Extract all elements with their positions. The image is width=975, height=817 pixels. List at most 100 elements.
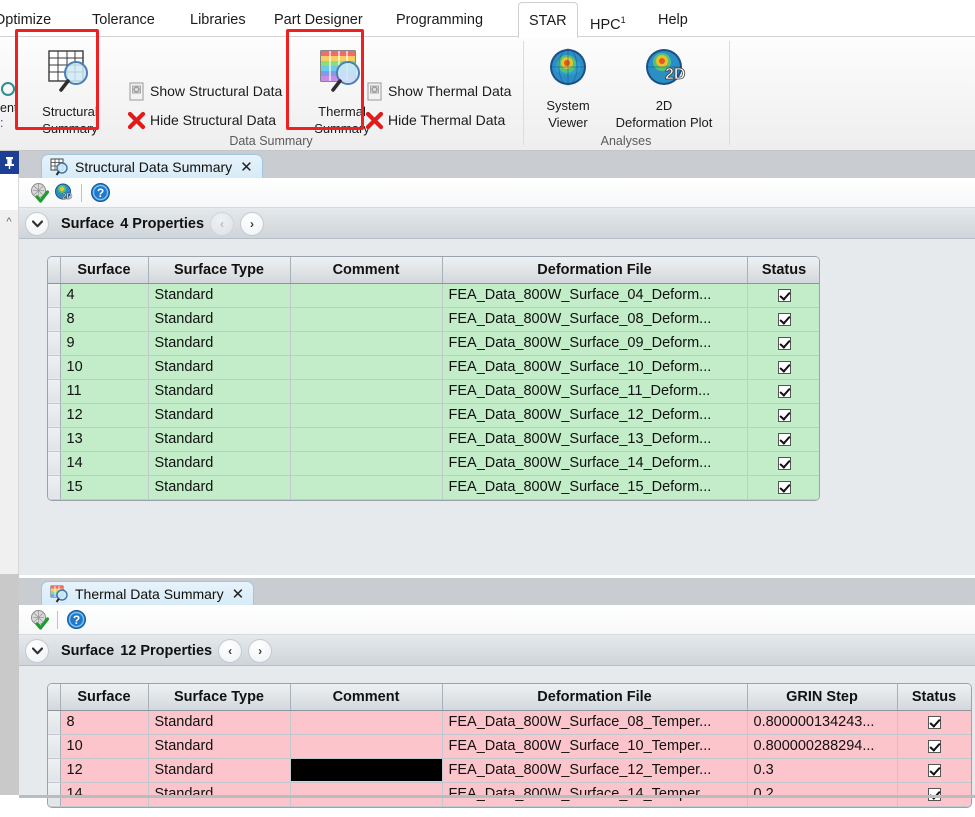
cell-comment[interactable]: [290, 782, 442, 806]
status-checkbox[interactable]: [778, 385, 791, 398]
cell-status[interactable]: [747, 355, 820, 379]
ribbon-tab-optimize[interactable]: Optimize: [0, 8, 55, 32]
cell-surface[interactable]: 8: [60, 710, 148, 734]
cell-deformation-file[interactable]: FEA_Data_800W_Surface_11_Deform...: [442, 379, 747, 403]
cell-deformation-file[interactable]: FEA_Data_800W_Surface_08_Deform...: [442, 307, 747, 331]
column-header-comment[interactable]: Comment: [290, 684, 442, 710]
2d-deformation-plot-button[interactable]: 2D 2D Deformation Plot: [602, 45, 726, 130]
status-checkbox[interactable]: [778, 289, 791, 302]
row-selector-cell[interactable]: [48, 475, 60, 499]
structural-data-summary-tab[interactable]: Structural Data Summary ✕: [41, 154, 263, 178]
cell-deformation-file[interactable]: FEA_Data_800W_Surface_09_Deform...: [442, 331, 747, 355]
cell-surface[interactable]: 12: [60, 758, 148, 782]
cell-surface[interactable]: 4: [60, 283, 148, 307]
cell-deformation-file[interactable]: FEA_Data_800W_Surface_10_Temper...: [442, 734, 747, 758]
column-header-surface[interactable]: Surface: [60, 257, 148, 283]
cell-status[interactable]: [747, 331, 820, 355]
cell-surface-type[interactable]: Standard: [148, 307, 290, 331]
cell-deformation-file[interactable]: FEA_Data_800W_Surface_14_Temper...: [442, 782, 747, 806]
row-selector-cell[interactable]: [48, 283, 60, 307]
table-row[interactable]: 13StandardFEA_Data_800W_Surface_13_Defor…: [48, 427, 820, 451]
column-header-grin-step[interactable]: GRIN Step: [747, 684, 897, 710]
cell-comment[interactable]: [290, 475, 442, 499]
thermal-collapse-button[interactable]: [25, 639, 49, 663]
cell-surface-type[interactable]: Standard: [148, 734, 290, 758]
row-selector-cell[interactable]: [48, 758, 60, 782]
cell-status[interactable]: [747, 307, 820, 331]
column-header-status[interactable]: Status: [897, 684, 971, 710]
cell-surface-type[interactable]: Standard: [148, 355, 290, 379]
table-row[interactable]: 9StandardFEA_Data_800W_Surface_09_Deform…: [48, 331, 820, 355]
column-header-deformation-file[interactable]: Deformation File: [442, 257, 747, 283]
cell-surface-type[interactable]: Standard: [148, 427, 290, 451]
show-structural-data-button[interactable]: Show Structural Data: [126, 81, 282, 101]
thermal-prev-property-button[interactable]: ‹: [218, 639, 242, 663]
cell-status[interactable]: [747, 475, 820, 499]
table-row[interactable]: 12StandardFEA_Data_800W_Surface_12_Tempe…: [48, 758, 971, 782]
cell-comment[interactable]: [290, 710, 442, 734]
cell-comment[interactable]: [290, 331, 442, 355]
cell-deformation-file[interactable]: FEA_Data_800W_Surface_15_Deform...: [442, 475, 747, 499]
cell-surface-type[interactable]: Standard: [148, 758, 290, 782]
cell-surface[interactable]: 14: [60, 451, 148, 475]
apply-check-icon[interactable]: [27, 181, 51, 205]
column-header-deformation-file[interactable]: Deformation File: [442, 684, 747, 710]
row-selector-cell[interactable]: [48, 307, 60, 331]
ribbon-tab-help[interactable]: Help: [654, 8, 692, 32]
ribbon-tab-part-designer[interactable]: Part Designer: [270, 8, 367, 32]
table-row[interactable]: 10Standard FEA_Data_800W_Surface_10_Tempe…: [48, 734, 971, 758]
status-checkbox[interactable]: [928, 764, 941, 777]
cell-status[interactable]: [897, 758, 971, 782]
cell-surface-type[interactable]: Standard: [148, 379, 290, 403]
cell-deformation-file[interactable]: FEA_Data_800W_Surface_14_Deform...: [442, 451, 747, 475]
ribbon-tab-programming[interactable]: Programming: [392, 8, 487, 32]
cell-surface-type[interactable]: Standard: [148, 475, 290, 499]
hide-structural-data-button[interactable]: Hide Structural Data: [126, 110, 276, 130]
cell-comment[interactable]: [290, 379, 442, 403]
status-checkbox[interactable]: [778, 361, 791, 374]
row-selector-cell[interactable]: [48, 710, 60, 734]
structural-next-property-button[interactable]: ›: [240, 212, 264, 236]
row-selector-cell[interactable]: [48, 331, 60, 355]
status-checkbox[interactable]: [778, 481, 791, 494]
cell-surface[interactable]: 11: [60, 379, 148, 403]
hide-thermal-data-button[interactable]: Hide Thermal Data: [364, 110, 505, 130]
show-thermal-data-button[interactable]: Show Thermal Data: [364, 81, 511, 101]
row-selector-cell[interactable]: [48, 782, 60, 806]
left-scroll-up-button[interactable]: ^: [0, 210, 19, 234]
thermal-data-summary-tab[interactable]: Thermal Data Summary ✕: [41, 581, 254, 605]
status-checkbox[interactable]: [778, 337, 791, 350]
cell-surface-type[interactable]: Standard: [148, 710, 290, 734]
table-row[interactable]: 10Standard FEA_Data_800W_Surface_10_Defor…: [48, 355, 820, 379]
help-question-icon[interactable]: ?: [88, 181, 112, 205]
row-selector-cell[interactable]: [48, 379, 60, 403]
cell-surface[interactable]: 14: [60, 782, 148, 806]
structural-prev-property-button[interactable]: ‹: [210, 212, 234, 236]
help-question-icon[interactable]: ?: [64, 608, 88, 632]
cell-status[interactable]: [747, 403, 820, 427]
system-viewer-button[interactable]: System Viewer: [532, 45, 604, 130]
cell-deformation-file[interactable]: FEA_Data_800W_Surface_08_Temper...: [442, 710, 747, 734]
ribbon-tab-hpc[interactable]: HPC1: [586, 8, 630, 37]
cell-deformation-file[interactable]: FEA_Data_800W_Surface_13_Deform...: [442, 427, 747, 451]
cell-deformation-file[interactable]: FEA_Data_800W_Surface_10_Deform...: [442, 355, 747, 379]
cell-deformation-file[interactable]: FEA_Data_800W_Surface_04_Deform...: [442, 283, 747, 307]
cell-surface-type[interactable]: Standard: [148, 331, 290, 355]
cell-comment[interactable]: [290, 307, 442, 331]
structural-summary-button[interactable]: Structural Summary: [33, 47, 107, 136]
cell-comment[interactable]: [290, 355, 442, 379]
cell-comment[interactable]: [290, 403, 442, 427]
structural-data-table[interactable]: Surface Surface Type Comment Deformation…: [47, 256, 820, 501]
cell-grin-step[interactable]: 0.3: [747, 758, 897, 782]
cell-comment[interactable]: [290, 427, 442, 451]
cell-surface[interactable]: 10: [60, 734, 148, 758]
table-row[interactable]: 12StandardFEA_Data_800W_Surface_12_Defor…: [48, 403, 820, 427]
cell-surface[interactable]: 10: [60, 355, 148, 379]
row-selector-cell[interactable]: [48, 403, 60, 427]
table-row[interactable]: 8StandardFEA_Data_800W_Surface_08_Deform…: [48, 307, 820, 331]
cell-comment[interactable]: [290, 734, 442, 758]
table-row[interactable]: 4Standard FEA_Data_800W_Surface_04_Deform…: [48, 283, 820, 307]
cell-surface-type[interactable]: Standard: [148, 283, 290, 307]
column-header-status[interactable]: Status: [747, 257, 820, 283]
cell-comment[interactable]: [290, 451, 442, 475]
